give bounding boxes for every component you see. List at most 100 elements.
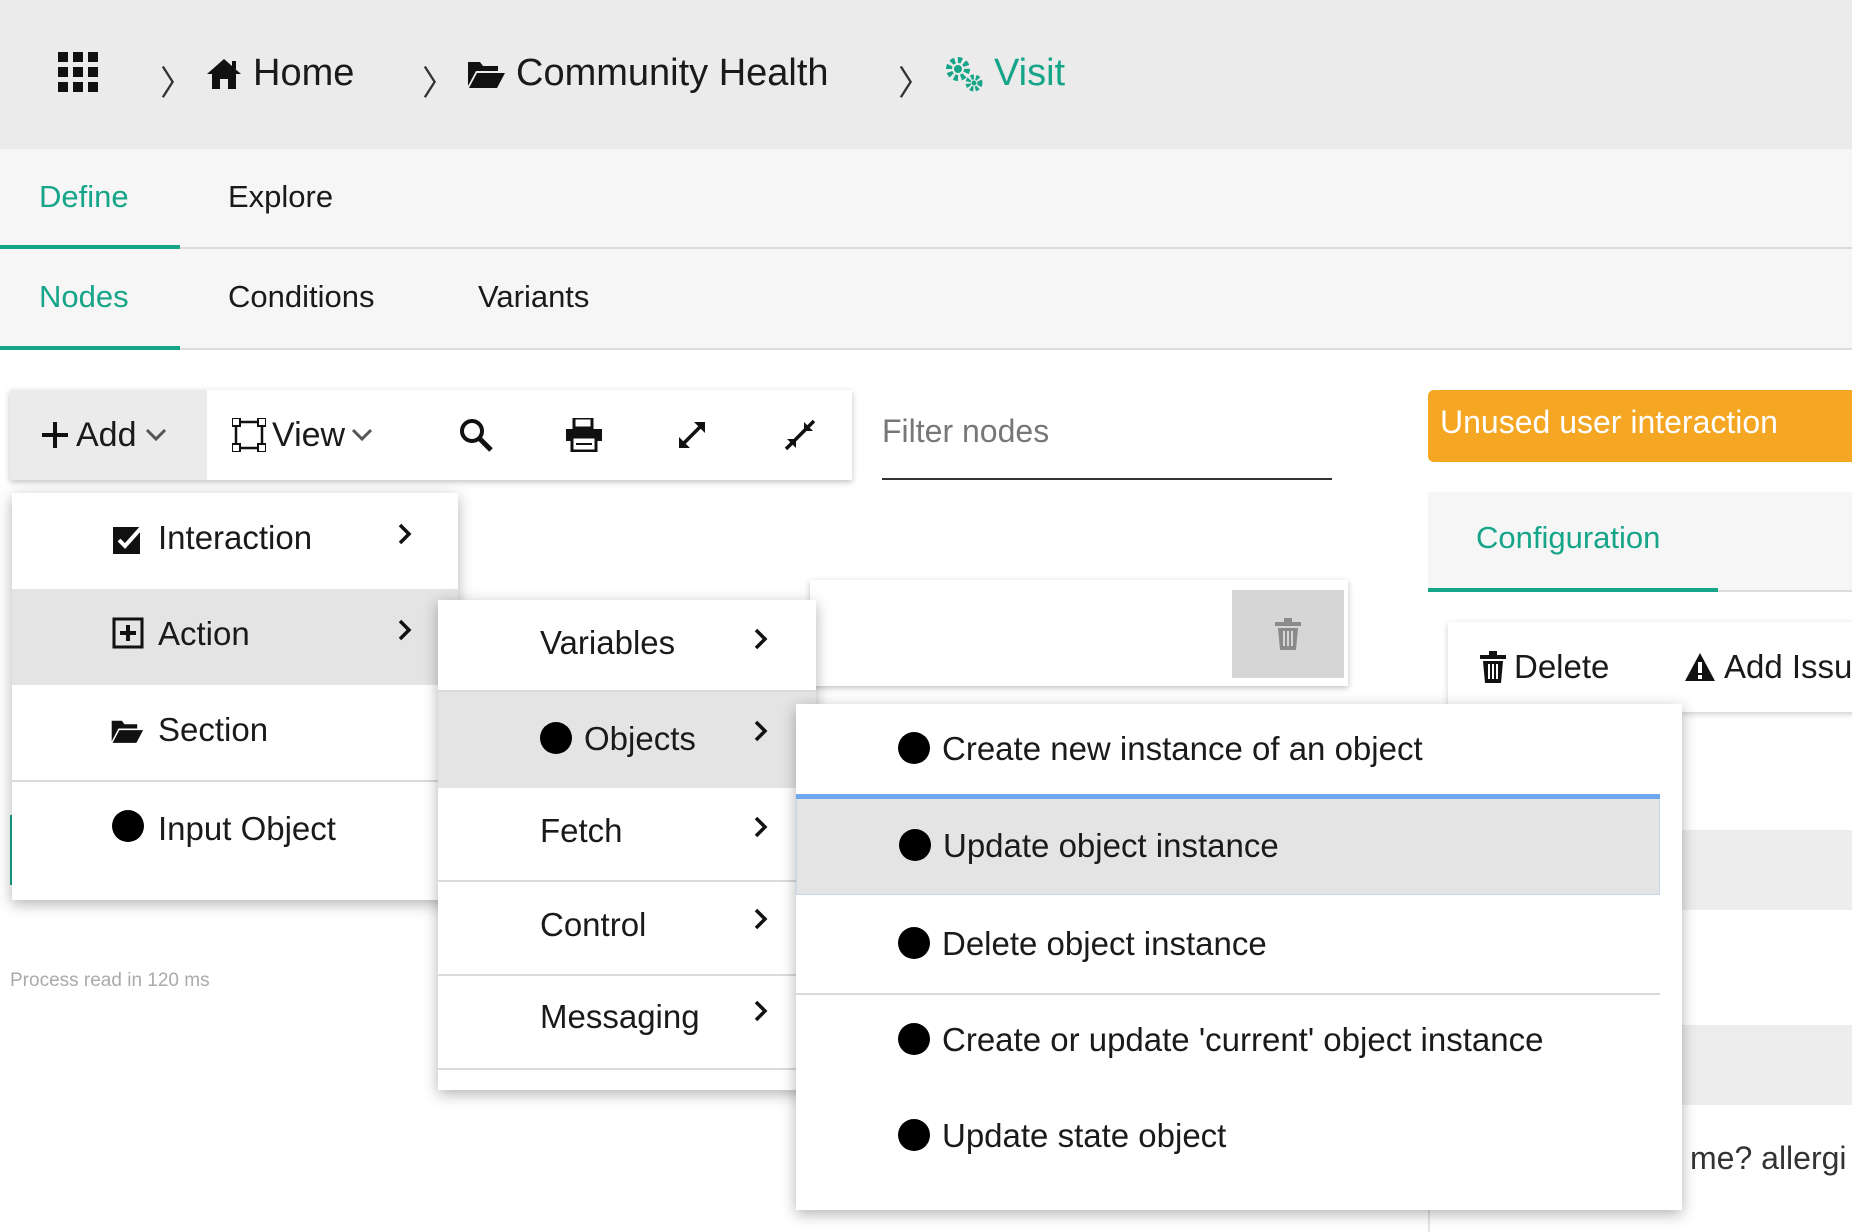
- chevron-right-icon: [398, 619, 412, 641]
- menu-item-variables-label: Variables: [540, 624, 676, 661]
- node-delete-button[interactable]: [1232, 590, 1344, 678]
- warning-icon: [1684, 652, 1716, 682]
- print-button[interactable]: [534, 390, 634, 480]
- menu-item-input-object-label: Input Object: [158, 810, 336, 847]
- menu-item-update-object-instance-label: Update object instance: [943, 827, 1279, 864]
- view-button-label: View: [272, 415, 346, 454]
- breadcrumb-home[interactable]: Home: [205, 52, 354, 95]
- folder-open-icon: [110, 717, 144, 745]
- checkbox-checked-icon: [112, 523, 144, 555]
- menu-item-update-object-instance[interactable]: Update object instance: [796, 799, 1660, 895]
- circle-icon: [898, 1023, 930, 1055]
- menu-divider: [438, 1068, 816, 1070]
- menu-item-delete-object-instance[interactable]: Delete object instance: [796, 895, 1682, 993]
- compress-button[interactable]: [750, 390, 850, 480]
- filter-nodes-input[interactable]: Filter nodes: [882, 405, 1332, 480]
- menu-item-update-state-object[interactable]: Update state object: [796, 1091, 1682, 1187]
- menu-item-delete-object-instance-label: Delete object instance: [942, 925, 1267, 962]
- breadcrumb-visit-label: Visit: [994, 52, 1066, 94]
- action-submenu: Variables Objects Fetch Control Messagin…: [438, 600, 816, 1090]
- circle-icon: [112, 810, 144, 842]
- tab-variants[interactable]: Variants: [478, 279, 589, 315]
- chevron-right-icon: [754, 720, 768, 742]
- breadcrumb-home-label: Home: [253, 52, 355, 94]
- primary-tabs: Define Explore: [0, 149, 1852, 249]
- menu-item-section[interactable]: Section: [12, 685, 458, 781]
- menu-item-action[interactable]: Action: [12, 589, 458, 685]
- menu-item-create-new-instance-label: Create new instance of an object: [942, 730, 1423, 767]
- circle-icon: [899, 829, 931, 861]
- expand-button[interactable]: [642, 390, 742, 480]
- chevron-right-icon: [754, 1000, 768, 1022]
- config-field-text: me? allergi: [1690, 1140, 1847, 1176]
- menu-item-control-label: Control: [540, 906, 647, 943]
- menu-item-interaction[interactable]: Interaction: [12, 493, 458, 589]
- menu-item-update-state-object-label: Update state object: [942, 1117, 1227, 1154]
- objects-submenu: Create new instance of an object Update …: [796, 704, 1682, 1210]
- config-tabs: Configuration: [1428, 492, 1852, 592]
- menu-item-control[interactable]: Control: [438, 882, 816, 974]
- expand-icon: [676, 419, 708, 451]
- tab-configuration-underline: [1428, 588, 1718, 592]
- menu-item-create-new-instance[interactable]: Create new instance of an object: [796, 704, 1682, 794]
- breadcrumb-community-health[interactable]: Community Health: [466, 52, 829, 95]
- circle-icon: [898, 732, 930, 764]
- tab-nodes-underline: [0, 346, 180, 350]
- breadcrumb-separator: 〉: [422, 65, 456, 103]
- node-header-card: [810, 580, 1348, 686]
- config-toolbar: Delete Add Issu: [1448, 622, 1852, 712]
- process-read-time: Process read in 120 ms: [10, 970, 210, 991]
- circle-icon: [898, 927, 930, 959]
- chevron-right-icon: [398, 523, 412, 545]
- breadcrumb-visit[interactable]: Visit: [944, 52, 1065, 95]
- print-icon: [566, 418, 602, 452]
- add-button[interactable]: Add: [10, 390, 207, 480]
- secondary-tabs: Nodes Conditions Variants: [0, 249, 1852, 350]
- menu-item-create-or-update-current-label: Create or update 'current' object instan…: [942, 1021, 1544, 1058]
- menu-item-objects[interactable]: Objects: [438, 692, 816, 788]
- menu-item-create-or-update-current[interactable]: Create or update 'current' object instan…: [796, 995, 1682, 1091]
- menu-item-interaction-label: Interaction: [158, 519, 313, 556]
- chevron-down-icon: [351, 428, 373, 442]
- frame-icon: [232, 418, 266, 452]
- menu-item-fetch-label: Fetch: [540, 812, 623, 849]
- apps-grid-icon[interactable]: [58, 52, 98, 92]
- menu-item-objects-label: Objects: [584, 720, 696, 757]
- menu-item-action-label: Action: [158, 615, 250, 652]
- breadcrumb-community-health-label: Community Health: [516, 52, 829, 94]
- tab-conditions[interactable]: Conditions: [228, 279, 374, 315]
- add-menu: Interaction Action Section Input Object: [12, 493, 458, 900]
- menu-item-variables[interactable]: Variables: [438, 600, 816, 690]
- delete-button[interactable]: Delete: [1480, 622, 1609, 712]
- plus-icon: [42, 422, 68, 448]
- menu-item-section-label: Section: [158, 711, 269, 748]
- add-button-label: Add: [76, 415, 137, 454]
- unused-interaction-badge[interactable]: Unused user interaction: [1428, 390, 1852, 462]
- menu-item-messaging-label: Messaging: [540, 998, 700, 1035]
- menu-item-fetch[interactable]: Fetch: [438, 788, 816, 880]
- circle-icon: [540, 722, 572, 754]
- add-issue-button[interactable]: Add Issu: [1684, 622, 1852, 712]
- tab-define[interactable]: Define: [39, 179, 129, 215]
- delete-button-label: Delete: [1514, 648, 1610, 685]
- breadcrumb-separator: 〉: [160, 65, 194, 103]
- tab-nodes[interactable]: Nodes: [39, 279, 129, 315]
- chevron-down-icon: [145, 428, 167, 442]
- search-button[interactable]: [426, 390, 526, 480]
- chevron-right-icon: [754, 908, 768, 930]
- breadcrumb-separator: 〉: [898, 65, 932, 103]
- menu-item-messaging[interactable]: Messaging: [438, 976, 816, 1068]
- tab-configuration[interactable]: Configuration: [1476, 520, 1660, 556]
- circle-icon: [898, 1119, 930, 1151]
- chevron-right-icon: [754, 816, 768, 838]
- trash-icon: [1275, 618, 1301, 650]
- menu-item-input-object[interactable]: Input Object: [12, 782, 458, 882]
- add-issue-button-label: Add Issu: [1724, 648, 1852, 685]
- home-icon: [205, 57, 243, 91]
- search-icon: [459, 418, 493, 452]
- compress-icon: [784, 419, 816, 451]
- view-button[interactable]: View: [232, 390, 373, 480]
- trash-icon: [1480, 651, 1506, 683]
- tab-explore[interactable]: Explore: [228, 179, 333, 215]
- plus-square-icon: [112, 617, 144, 649]
